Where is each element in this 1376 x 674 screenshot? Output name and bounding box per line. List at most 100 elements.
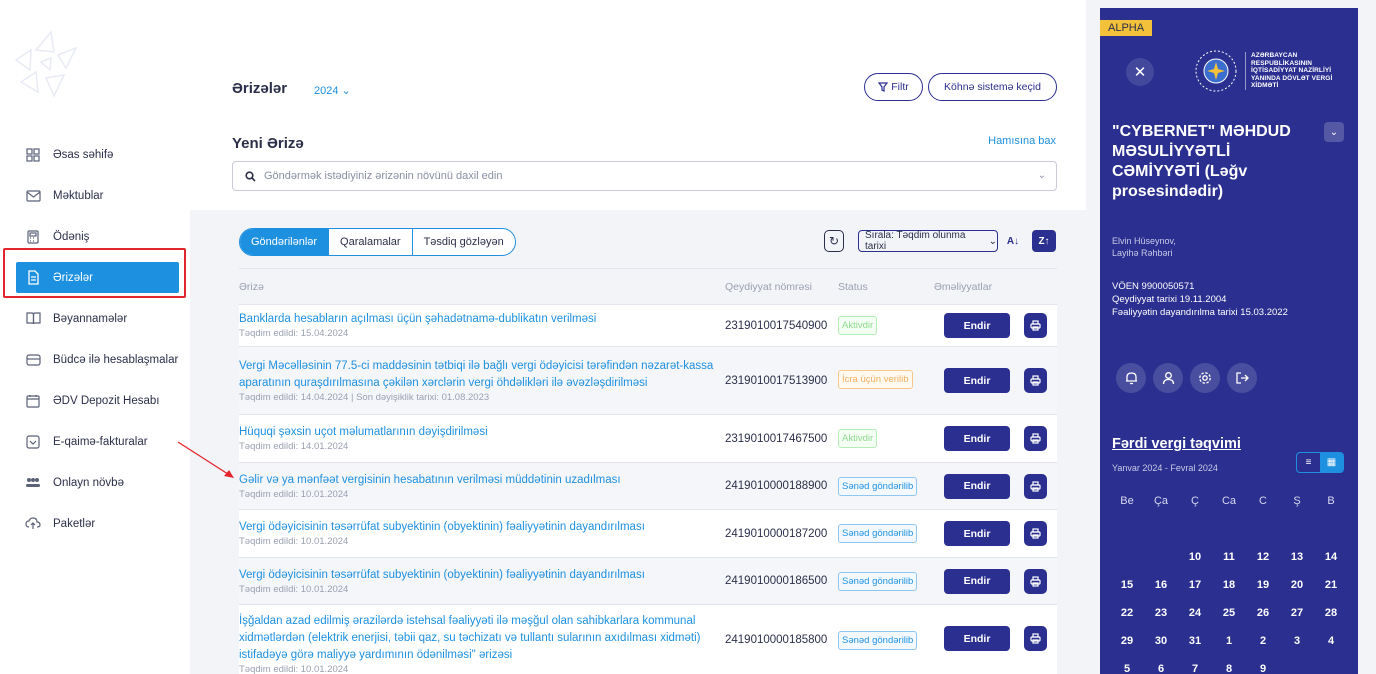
table-row: Vergi ödəyicisinin təsərrüfat subyektini… [239, 509, 1057, 557]
calendar-day[interactable]: 5 [1110, 663, 1144, 674]
search-icon [245, 170, 256, 182]
calendar-day[interactable]: 20 [1280, 579, 1314, 591]
application-search-input[interactable]: Göndərmək istədiyiniz ərizənin növünü da… [232, 161, 1057, 191]
download-button[interactable]: Endir [944, 626, 1010, 651]
download-button[interactable]: Endir [944, 426, 1010, 451]
sidebar-item-vat-deposit[interactable]: ƏDV Depozit Hesabı [0, 380, 190, 421]
sort-select[interactable]: Sırala: Təqdim olunma tarixi ⌄ [858, 230, 998, 252]
calendar-day[interactable]: 11 [1212, 551, 1246, 563]
submitted-date: Təqdim edildi: 14.01.2024 [239, 441, 349, 452]
sidebar-item-label: Büdcə ilə hesablaşmalar [53, 353, 179, 366]
logout-icon[interactable] [1227, 363, 1257, 393]
calendar-day[interactable]: 13 [1280, 551, 1314, 563]
status-badge: Aktivdir [838, 429, 878, 448]
main-content: Ərizələr 2024 ⌄ Filtr Köhnə sistemə keçi… [190, 0, 1086, 674]
calendar-day[interactable]: 7 [1178, 663, 1212, 674]
submitted-date: Təqdim edildi: 10.01.2024 [239, 536, 349, 547]
calendar-day[interactable]: 25 [1212, 607, 1246, 619]
calendar-day[interactable]: 31 [1178, 635, 1212, 647]
sidebar-item-home[interactable]: Əsas səhifə [0, 134, 190, 175]
grid-icon [25, 147, 41, 163]
sidebar-item-online-queue[interactable]: Onlayn növbə [0, 462, 190, 503]
calendar-day[interactable]: 15 [1110, 579, 1144, 591]
download-button[interactable]: Endir [944, 313, 1010, 338]
print-icon[interactable] [1024, 313, 1047, 338]
calendar-day[interactable]: 19 [1246, 579, 1280, 591]
download-button[interactable]: Endir [944, 473, 1010, 499]
calendar-title[interactable]: Fərdi vergi təqvimi [1112, 436, 1241, 452]
close-icon[interactable]: ✕ [1126, 58, 1154, 86]
sort-ascending-icon[interactable]: A↓ [1002, 230, 1024, 252]
application-title-link[interactable]: Vergi ödəyicisinin təsərrüfat subyektini… [239, 519, 725, 536]
person-role: Layihə Rəhbəri [1112, 248, 1173, 258]
tab-pending-approval[interactable]: Təsdiq gözləyən [411, 229, 515, 255]
application-title-link[interactable]: Banklarda hesabların açılması üçün şəhad… [239, 311, 725, 328]
calendar-grid: Be Ça Ç Ca C Ş B 10 11 12 13 14 15 16 17 18 19 20… [1110, 487, 1350, 674]
calendar-day[interactable]: 1 [1212, 635, 1246, 647]
calendar-day[interactable]: 6 [1144, 663, 1178, 674]
application-title-link[interactable]: Hüquqi şəxsin uçot məlumatlarının dəyişd… [239, 424, 725, 441]
tabs: Göndərilənlər Qaralamalar Təsdiq gözləyə… [239, 228, 516, 256]
print-icon[interactable] [1024, 568, 1047, 594]
chevron-down-icon[interactable]: ⌄ [1324, 122, 1344, 142]
calendar-day[interactable]: 28 [1314, 607, 1348, 619]
sidebar-item-budget[interactable]: Büdcə ilə hesablaşmalar [0, 339, 190, 380]
old-system-button[interactable]: Köhnə sistemə keçid [928, 73, 1057, 101]
list-view-icon[interactable]: ≡ [1297, 453, 1320, 472]
calendar-day[interactable]: 9 [1246, 663, 1280, 674]
calendar-day[interactable]: 12 [1246, 551, 1280, 563]
table-row: Vergi ödəyicisinin təsərrüfat subyektini… [239, 557, 1057, 604]
bell-icon[interactable] [1116, 363, 1146, 393]
sort-descending-icon[interactable]: Z↑ [1032, 230, 1056, 252]
voen: VÖEN 9900050571 [1112, 281, 1195, 292]
application-title-link[interactable]: Vergi Məcəlləsinin 77.5-ci maddəsinin tə… [239, 358, 725, 392]
tab-sent[interactable]: Göndərilənlər [240, 229, 329, 255]
status-badge: İcra üçün verilib [838, 369, 913, 389]
tab-drafts[interactable]: Qaralamalar [328, 229, 412, 255]
sidebar-item-packages[interactable]: Paketlər [0, 503, 190, 544]
calendar-day[interactable]: 8 [1212, 663, 1246, 674]
sidebar-item-letters[interactable]: Məktublar [0, 175, 190, 216]
print-icon[interactable] [1024, 521, 1047, 546]
calendar-view-icon[interactable]: ▦ [1320, 453, 1343, 472]
refresh-button[interactable]: ↻ [824, 230, 844, 252]
calendar-day[interactable]: 21 [1314, 579, 1348, 591]
see-all-link[interactable]: Hamısına bax [988, 135, 1056, 147]
print-icon[interactable] [1024, 473, 1047, 499]
column-header: Ərizə [239, 280, 264, 293]
calendar-day[interactable]: 17 [1178, 579, 1212, 591]
download-button[interactable]: Endir [944, 368, 1010, 393]
calendar-day[interactable]: 14 [1314, 551, 1348, 563]
calendar-day[interactable]: 4 [1314, 635, 1348, 647]
filter-button[interactable]: Filtr [864, 73, 923, 101]
table-row: İşğaldan azad edilmiş ərazilərdə istehsa… [239, 604, 1057, 674]
print-icon[interactable] [1024, 426, 1047, 451]
calendar-day[interactable]: 16 [1144, 579, 1178, 591]
calendar-day[interactable]: 27 [1280, 607, 1314, 619]
calendar-day[interactable]: 10 [1178, 551, 1212, 563]
calendar-day[interactable]: 18 [1212, 579, 1246, 591]
calendar-day[interactable]: 26 [1246, 607, 1280, 619]
calendar-day[interactable]: 29 [1110, 635, 1144, 647]
application-title-link[interactable]: İşğaldan azad edilmiş ərazilərdə istehsa… [239, 613, 725, 664]
calendar-day[interactable]: 3 [1280, 635, 1314, 647]
download-button[interactable]: Endir [944, 521, 1010, 546]
year-select[interactable]: 2024 ⌄ [314, 84, 351, 97]
print-icon[interactable] [1024, 368, 1047, 393]
sidebar-item-declarations[interactable]: Bəyannamələr [0, 298, 190, 339]
calendar-day[interactable]: 2 [1246, 635, 1280, 647]
calendar-day[interactable]: 30 [1144, 635, 1178, 647]
user-icon[interactable] [1153, 363, 1183, 393]
print-icon[interactable] [1024, 626, 1047, 651]
settings-icon[interactable] [1190, 363, 1220, 393]
calendar-week: 29 30 31 1 2 3 4 [1110, 627, 1350, 655]
company-name: "CYBERNET" MƏHDUD MƏSULİYYƏTLİ CƏMİYYƏTİ… [1112, 123, 1291, 200]
download-button[interactable]: Endir [944, 568, 1010, 594]
sidebar-item-e-invoices[interactable]: E-qaimə-fakturalar [0, 421, 190, 462]
calendar-day[interactable]: 23 [1144, 607, 1178, 619]
status-badge: Sənəd göndərilib [838, 476, 918, 496]
application-title-link[interactable]: Vergi ödəyicisinin təsərrüfat subyektini… [239, 567, 725, 584]
calendar-day[interactable]: 24 [1178, 607, 1212, 619]
application-title-link[interactable]: Gəlir və ya mənfəət vergisinin hesabatın… [239, 472, 725, 489]
calendar-day[interactable]: 22 [1110, 607, 1144, 619]
